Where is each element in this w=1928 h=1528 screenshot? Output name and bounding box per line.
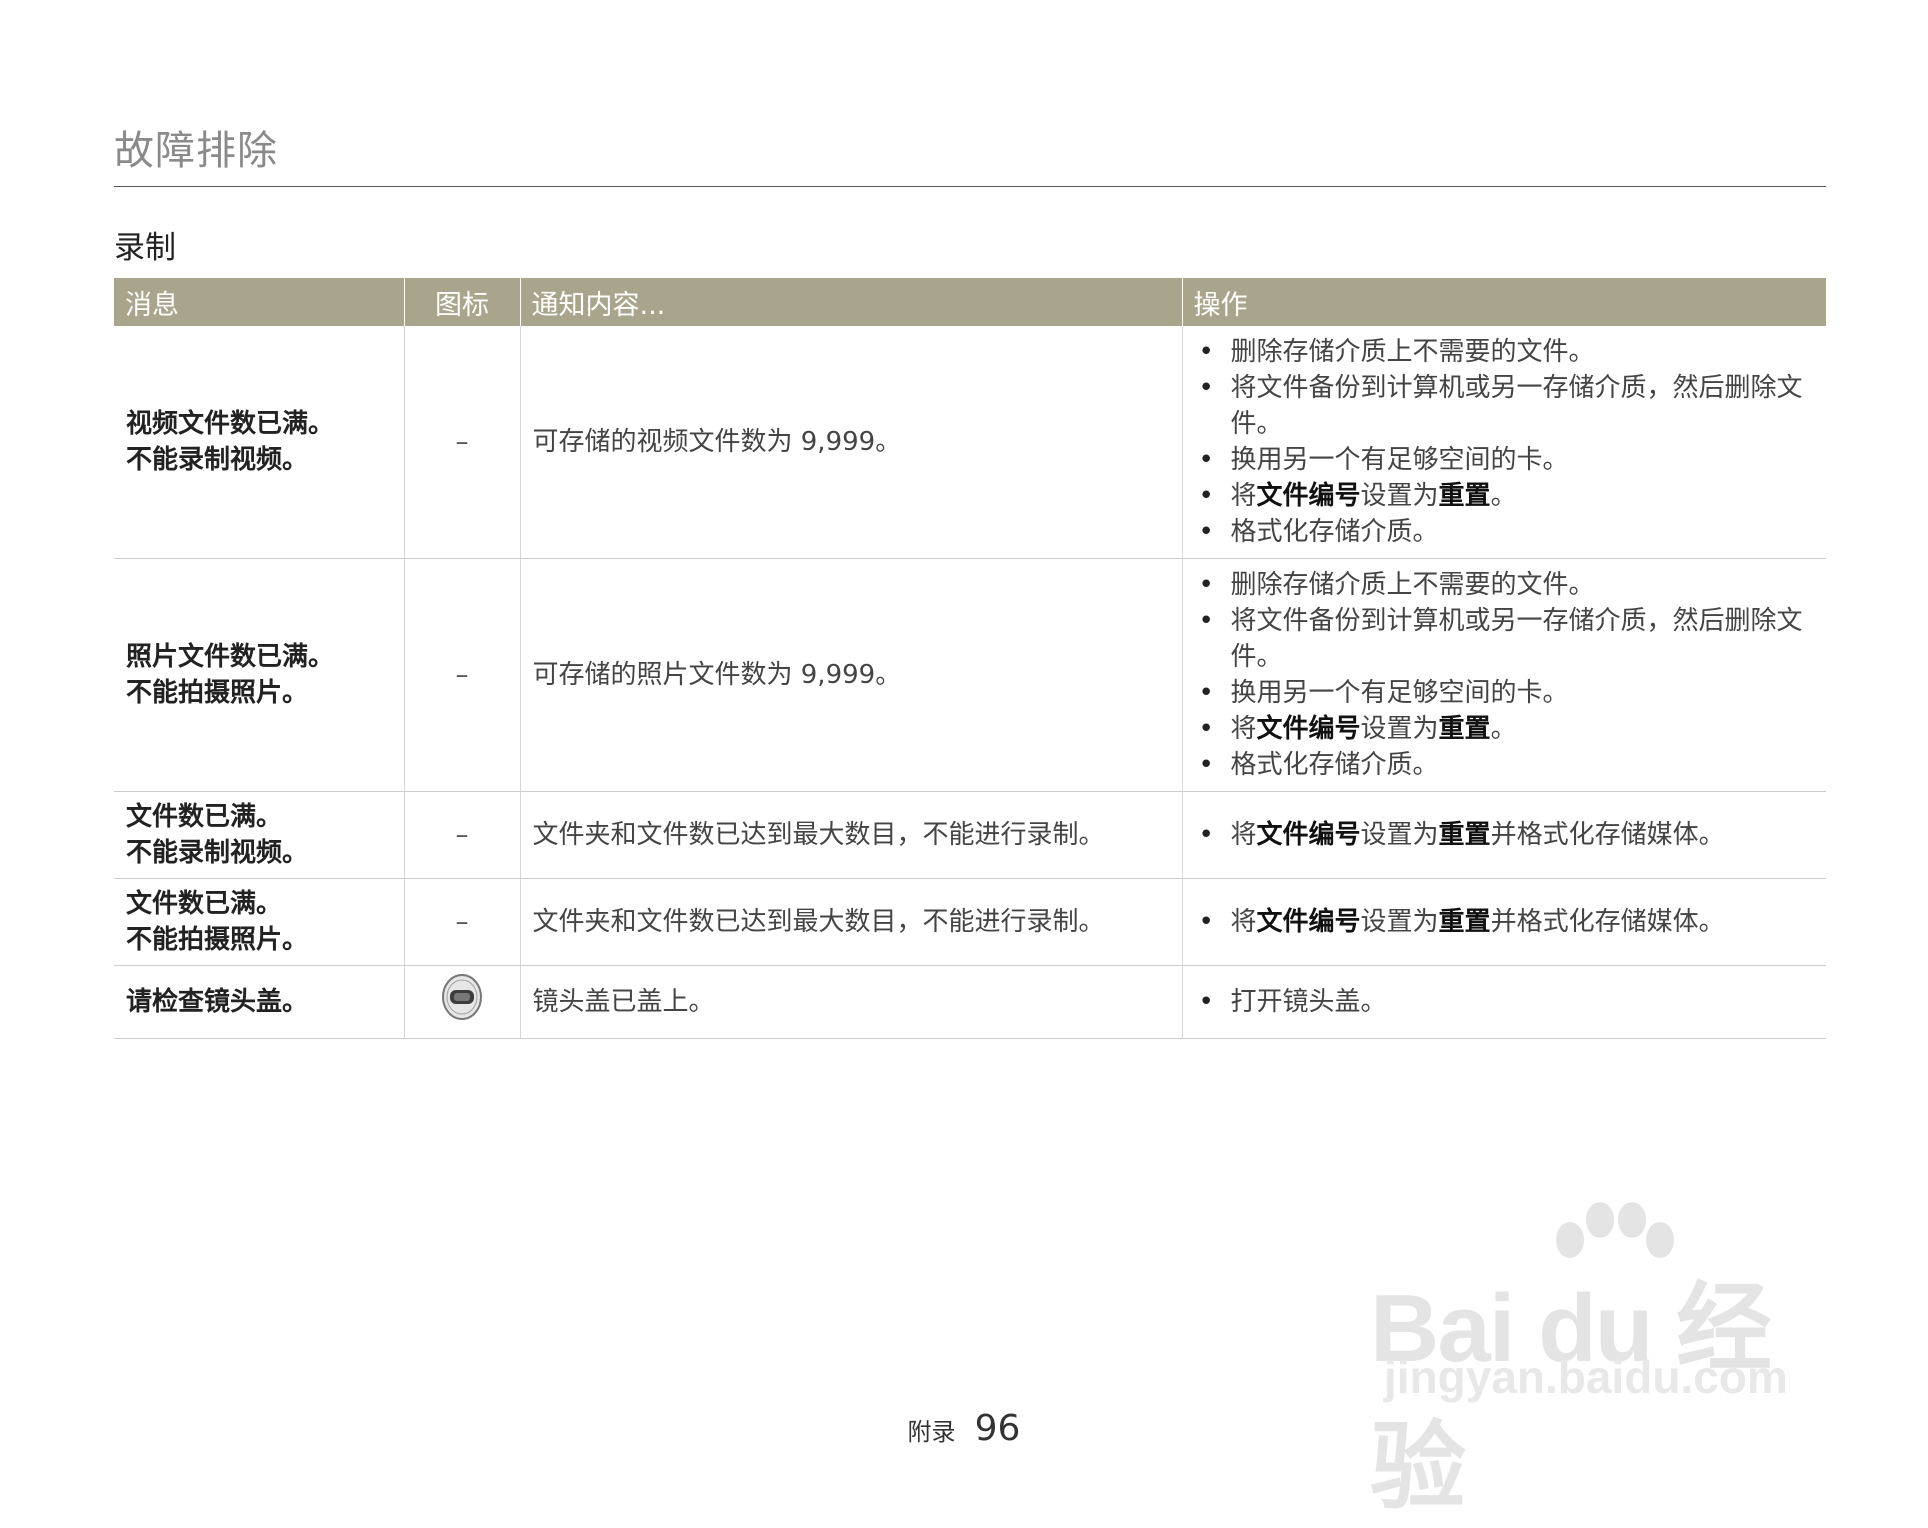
message-cell: 文件数已满。 不能录制视频。: [114, 791, 405, 879]
message-line: 不能录制视频。: [126, 445, 309, 475]
table-row: 文件数已满。 不能拍摄照片。 – 文件夹和文件数已达到最大数目，不能进行录制。 …: [114, 878, 1826, 966]
message-line: 照片文件数已满。: [126, 642, 335, 672]
icon-cell: [404, 965, 521, 1039]
troubleshooting-table: 消息 图标 通知内容... 操作 视频文件数已满。 不能录制视频。 – 可存储的…: [114, 278, 1826, 1039]
notice-cell: 文件夹和文件数已达到最大数目，不能进行录制。: [520, 878, 1183, 966]
section-title: 录制: [114, 230, 176, 266]
action-item: 换用另一个有足够空间的卡。: [1199, 675, 1815, 711]
message-line: 文件数已满。: [126, 889, 283, 919]
setting-value: 重置: [1438, 820, 1491, 850]
notice-cell: 文件夹和文件数已达到最大数目，不能进行录制。: [520, 791, 1183, 879]
icon-cell: –: [404, 878, 521, 966]
lens-cap-icon: [440, 972, 484, 1032]
notice-cell: 可存储的视频文件数为 9,999。: [520, 326, 1183, 559]
action-item: 将文件备份到计算机或另一存储介质，然后删除文件。: [1199, 603, 1815, 675]
header-rule: [114, 186, 1826, 187]
setting-name: 文件编号: [1256, 714, 1361, 744]
page-footer: 附录 96: [0, 1408, 1928, 1449]
action-cell: 删除存储介质上不需要的文件。 将文件备份到计算机或另一存储介质，然后删除文件。 …: [1182, 326, 1826, 559]
table-header-row: 消息 图标 通知内容... 操作: [114, 278, 1826, 326]
action-item: 格式化存储介质。: [1199, 747, 1815, 783]
message-cell: 文件数已满。 不能拍摄照片。: [114, 878, 405, 966]
footer-label: 附录: [907, 1418, 956, 1446]
table-row: 照片文件数已满。 不能拍摄照片。 – 可存储的照片文件数为 9,999。 删除存…: [114, 558, 1826, 792]
setting-value: 重置: [1438, 907, 1491, 937]
message-cell: 请检查镜头盖。: [114, 965, 405, 1039]
action-item: 将文件编号设置为重置并格式化存储媒体。: [1199, 904, 1815, 940]
watermark-url: jingyan.baidu.com: [1384, 1351, 1788, 1403]
message-line: 请检查镜头盖。: [126, 987, 309, 1017]
column-header-notice: 通知内容...: [520, 278, 1183, 326]
action-item: 删除存储介质上不需要的文件。: [1199, 334, 1815, 370]
action-item: 将文件编号设置为重置并格式化存储媒体。: [1199, 817, 1815, 853]
message-cell: 视频文件数已满。 不能录制视频。: [114, 326, 405, 559]
icon-cell: –: [404, 558, 521, 792]
icon-cell: –: [404, 791, 521, 879]
watermark: Bai du 经验 jingyan.baidu.com: [1370, 1190, 1830, 1521]
action-cell: 将文件编号设置为重置并格式化存储媒体。: [1182, 791, 1826, 879]
column-header-icon: 图标: [404, 278, 521, 326]
action-item: 将文件编号设置为重置。: [1199, 478, 1815, 514]
action-item: 格式化存储介质。: [1199, 514, 1815, 550]
action-cell: 打开镜头盖。: [1182, 965, 1826, 1039]
setting-value: 重置: [1438, 481, 1491, 511]
table-row: 视频文件数已满。 不能录制视频。 – 可存储的视频文件数为 9,999。 删除存…: [114, 326, 1826, 559]
notice-cell: 可存储的照片文件数为 9,999。: [520, 558, 1183, 792]
action-item: 换用另一个有足够空间的卡。: [1199, 442, 1815, 478]
message-line: 不能拍摄照片。: [126, 925, 309, 955]
action-item: 将文件备份到计算机或另一存储介质，然后删除文件。: [1199, 370, 1815, 442]
message-line: 视频文件数已满。: [126, 409, 335, 439]
table-row: 请检查镜头盖。 镜头盖已盖上。 打开镜头盖。: [114, 965, 1826, 1039]
setting-name: 文件编号: [1256, 907, 1361, 937]
table-row: 文件数已满。 不能录制视频。 – 文件夹和文件数已达到最大数目，不能进行录制。 …: [114, 791, 1826, 879]
setting-name: 文件编号: [1256, 481, 1361, 511]
column-header-message: 消息: [114, 278, 405, 326]
action-item: 打开镜头盖。: [1199, 984, 1815, 1020]
message-line: 不能录制视频。: [126, 838, 309, 868]
setting-value: 重置: [1438, 714, 1491, 744]
message-cell: 照片文件数已满。 不能拍摄照片。: [114, 558, 405, 792]
page-header: 故障排除: [114, 128, 278, 174]
action-item: 删除存储介质上不需要的文件。: [1199, 567, 1815, 603]
setting-name: 文件编号: [1256, 820, 1361, 850]
page-number: 96: [974, 1408, 1021, 1449]
notice-cell: 镜头盖已盖上。: [520, 965, 1183, 1039]
message-line: 文件数已满。: [126, 802, 283, 832]
column-header-action: 操作: [1182, 278, 1826, 326]
action-cell: 将文件编号设置为重置并格式化存储媒体。: [1182, 878, 1826, 966]
action-cell: 删除存储介质上不需要的文件。 将文件备份到计算机或另一存储介质，然后删除文件。 …: [1182, 558, 1826, 792]
icon-cell: –: [404, 326, 521, 559]
message-line: 不能拍摄照片。: [126, 678, 309, 708]
action-item: 将文件编号设置为重置。: [1199, 711, 1815, 747]
